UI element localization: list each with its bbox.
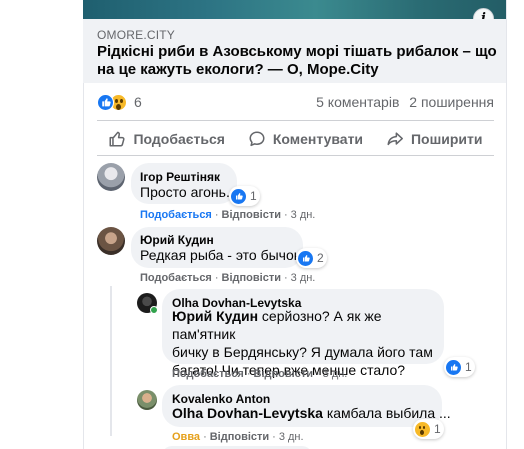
comment-reaction-pill[interactable]: 1 [229,186,260,206]
comment-author[interactable]: Юрий Кудин [140,233,214,247]
reply-meta: Подобається · Відповісти · 3 дн. [172,368,348,380]
like-button-label: Подобається [133,131,225,147]
reply-time[interactable]: 3 дн. [279,431,304,443]
like-reaction-icon [298,250,313,266]
post-stats: 5 коментарів 2 поширення [310,94,494,110]
reaction-count: 2 [317,251,324,265]
reaction-count: 1 [250,189,257,203]
reply-reaction-pill[interactable]: 1 [413,419,444,439]
divider-top [97,120,494,121]
comment-like-link[interactable]: Подобається [140,272,212,284]
comment-button[interactable]: Коментувати [248,130,363,148]
reply-reply-link[interactable]: Відповісти [254,368,313,380]
thread-line [110,286,112,436]
comment-meta: Подобається · Відповісти · 3 дн. [140,209,316,221]
comment-reply-link[interactable]: Відповісти [222,272,281,284]
like-button[interactable]: Подобається [108,130,225,148]
comment-time[interactable]: 3 дн. [291,272,316,284]
reaction-count: 1 [465,360,472,374]
post-action-bar: Подобається Коментувати Поширити [97,124,494,154]
share-button-label: Поширити [410,131,483,147]
like-reaction-icon [231,188,246,204]
avatar-igor[interactable] [97,163,125,191]
share-button[interactable]: Поширити [386,130,483,148]
wow-reaction-icon [415,421,430,437]
thumbs-up-icon [109,131,126,147]
shares-count-link[interactable]: 2 поширення [409,94,494,110]
reply-text: Olha Dovhan-Levytska камбала выбила ... [172,405,451,421]
comment-text: Редкая рыба - это бычок [140,247,300,263]
card-border-right [506,0,507,449]
comment-text: Просто агонь. [140,184,230,200]
online-status-dot [150,306,158,314]
reply-reply-link[interactable]: Відповісти [210,431,269,443]
reply-reaction-pill[interactable]: 1 [444,357,475,377]
comment-meta: Подобається · Відповісти · 3 дн. [140,272,316,284]
link-preview-image[interactable] [83,0,506,19]
reply-like-link[interactable]: Подобається [172,368,244,380]
comment-icon [249,131,265,147]
comment-reaction-pill[interactable]: 2 [296,248,327,268]
comments-count-link[interactable]: 5 коментарів [316,94,399,110]
reaction-count: 1 [434,422,441,436]
avatar-yuriy[interactable] [97,227,125,255]
comment-button-label: Коментувати [272,131,364,147]
comment-reply-link[interactable]: Відповісти [222,209,281,221]
link-title[interactable]: Рідкісні риби в Азовському морі тішать р… [97,43,497,79]
reply-like-link[interactable]: Овва [172,431,200,443]
reply-meta: Овва · Відповісти · 3 дн. [172,431,304,443]
reaction-summary[interactable]: 6 [97,93,142,111]
avatar-anton[interactable] [137,390,157,410]
comment-time[interactable]: 3 дн. [291,209,316,221]
share-icon [387,132,403,146]
link-domain: OMORE.CITY [97,28,176,42]
like-reaction-icon [446,359,461,375]
like-reaction-icon [97,93,114,111]
reaction-count: 6 [134,94,142,110]
reply-time[interactable]: 3 дн. [323,368,348,380]
comment-like-link[interactable]: Подобається [140,209,212,221]
mention-link[interactable]: Olha Dovhan-Levytska [172,405,323,421]
mention-link[interactable]: Юрий Кудин [172,308,258,324]
comment-author[interactable]: Ігор Рештіняк [140,170,220,184]
divider-bottom [97,155,494,156]
